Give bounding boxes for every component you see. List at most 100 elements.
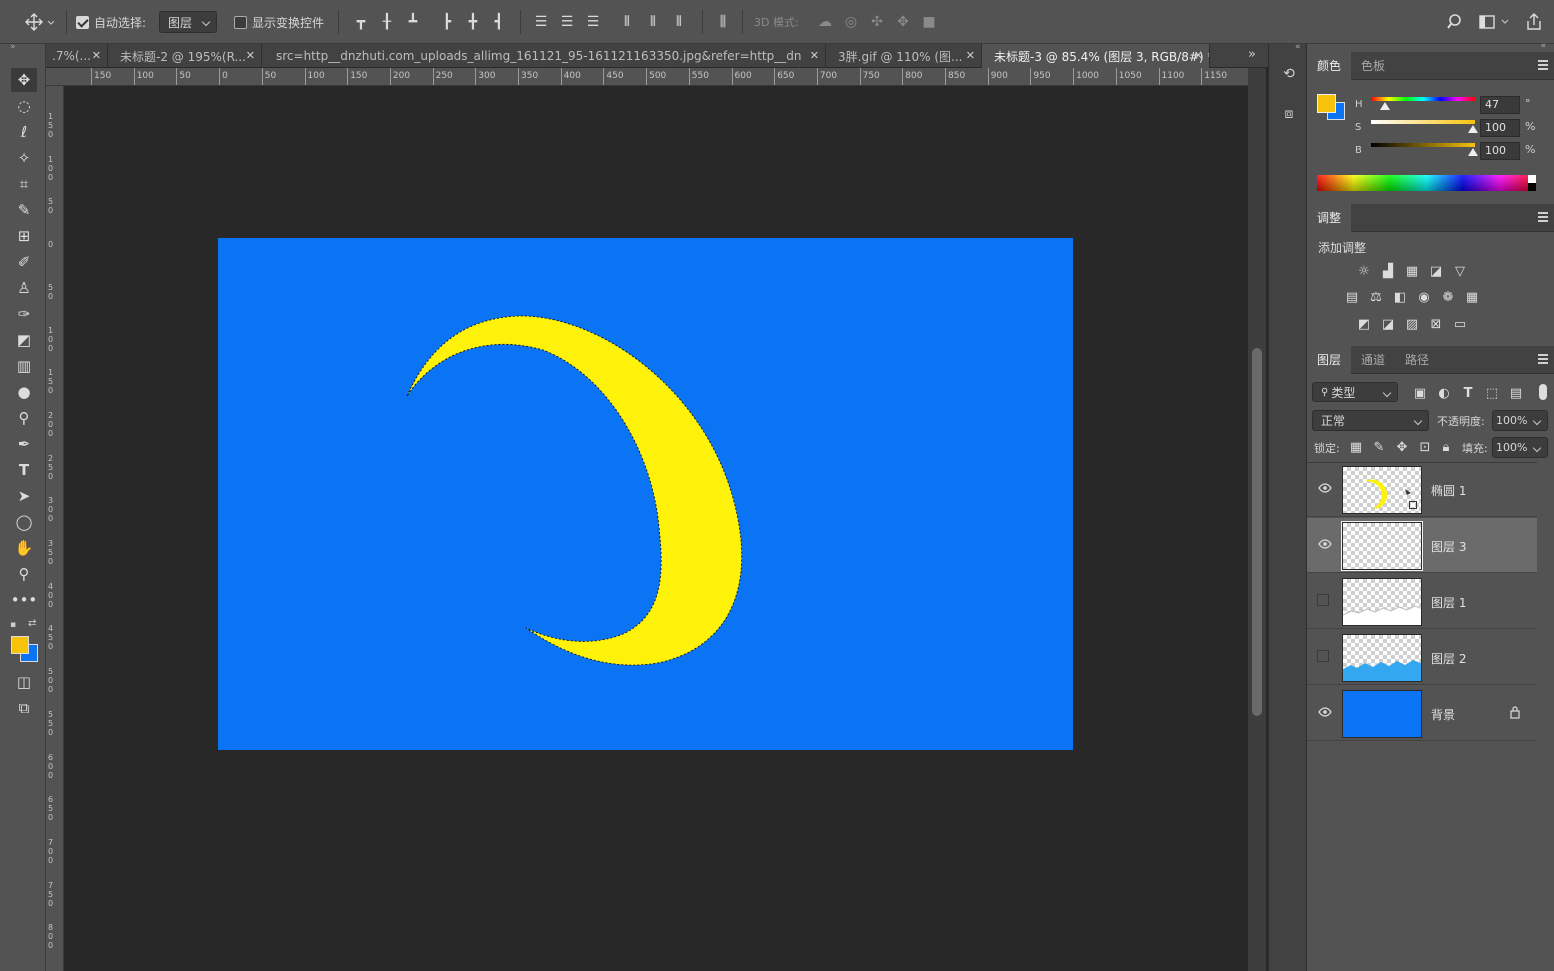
eyedropper-tool-icon[interactable]: ✎: [11, 198, 37, 222]
selective-color-icon[interactable]: ⊠: [1427, 315, 1445, 333]
lock-transparent-icon[interactable]: ▦: [1347, 438, 1365, 456]
filter-type-icon[interactable]: T: [1459, 384, 1477, 402]
share-icon[interactable]: [1524, 12, 1544, 32]
layer-row[interactable]: 椭圆 1: [1307, 462, 1537, 517]
move-tool-preset-icon[interactable]: [24, 0, 54, 44]
blend-mode-dropdown[interactable]: 正常: [1312, 410, 1429, 431]
saturation-slider[interactable]: [1371, 120, 1475, 124]
layer-name[interactable]: 背景: [1431, 706, 1455, 723]
color-panel-foreground-swatch[interactable]: [1317, 94, 1336, 113]
hue-field[interactable]: 47: [1480, 96, 1520, 114]
visibility-eye-icon[interactable]: [1317, 480, 1333, 496]
invert-icon[interactable]: ◩: [1355, 315, 1373, 333]
document-tab[interactable]: src=http__dnzhuti.com_uploads_allimg_161…: [262, 44, 826, 68]
filter-smart-object-icon[interactable]: ▤: [1507, 384, 1525, 402]
panel-menu-icon[interactable]: [1538, 354, 1548, 364]
align-right-icon[interactable]: ┫: [486, 14, 512, 30]
history-brush-tool-icon[interactable]: ✑: [11, 302, 37, 326]
filter-adjustment-icon[interactable]: ◐: [1435, 384, 1453, 402]
collapse-tools-icon[interactable]: »: [10, 42, 16, 52]
lock-image-icon[interactable]: ✎: [1370, 438, 1388, 456]
magic-wand-tool-icon[interactable]: ✧: [11, 146, 37, 170]
3d-scale-icon[interactable]: ■: [916, 14, 942, 30]
collapse-panels-icon[interactable]: «: [1540, 41, 1546, 51]
screen-mode-icon[interactable]: ⧉: [11, 696, 37, 720]
visibility-toggle-off[interactable]: [1317, 594, 1329, 606]
layer-row[interactable]: 背景: [1307, 686, 1537, 741]
visibility-eye-icon[interactable]: [1317, 536, 1333, 552]
quick-mask-icon[interactable]: ◫: [11, 670, 37, 694]
collapse-strip-icon[interactable]: «: [1295, 42, 1301, 52]
healing-brush-tool-icon[interactable]: ⊞: [11, 224, 37, 248]
pen-tool-icon[interactable]: ✒: [11, 432, 37, 456]
tab-swatches[interactable]: 色板: [1351, 52, 1395, 80]
posterize-icon[interactable]: ◪: [1379, 315, 1397, 333]
channel-mixer-icon[interactable]: ❁: [1439, 288, 1457, 306]
document-tab[interactable]: 3胖.gif @ 110% (图... ✕: [826, 44, 982, 68]
visibility-toggle-off[interactable]: [1317, 650, 1329, 662]
opacity-field[interactable]: 100%: [1492, 410, 1548, 431]
type-tool-icon[interactable]: T: [11, 458, 37, 482]
3d-slide-icon[interactable]: ✥: [890, 14, 916, 30]
clone-stamp-tool-icon[interactable]: ♙: [11, 276, 37, 300]
tab-layers[interactable]: 图层: [1307, 346, 1352, 374]
swap-colors-icon[interactable]: ⇄: [28, 618, 36, 629]
levels-icon[interactable]: ▟: [1379, 262, 1397, 280]
color-spectrum-bar[interactable]: [1317, 175, 1536, 191]
align-left-icon[interactable]: ┣: [434, 14, 460, 30]
3d-panel-icon[interactable]: ⧈: [1277, 102, 1301, 126]
layer-row[interactable]: 图层 2: [1307, 630, 1537, 685]
layer-name[interactable]: 椭圆 1: [1431, 482, 1466, 499]
search-icon[interactable]: [1446, 12, 1466, 32]
tab-channels[interactable]: 通道: [1351, 346, 1395, 374]
layer-filter-dropdown[interactable]: ⚲ 类型: [1312, 382, 1398, 402]
saturation-slider-thumb[interactable]: [1468, 125, 1478, 133]
gradient-map-icon[interactable]: ▭: [1451, 315, 1469, 333]
hue-saturation-icon[interactable]: ▤: [1343, 288, 1361, 306]
document-canvas[interactable]: [218, 238, 1073, 750]
close-tab-icon[interactable]: ✕: [1194, 49, 1203, 62]
photo-filter-icon[interactable]: ◉: [1415, 288, 1433, 306]
3d-roll-icon[interactable]: ◎: [838, 14, 864, 30]
auto-select-checkbox[interactable]: 自动选择:: [76, 0, 146, 44]
close-tab-icon[interactable]: ✕: [810, 49, 819, 62]
distribute-right-icon[interactable]: ⫴: [666, 14, 692, 30]
color-lookup-icon[interactable]: ▦: [1463, 288, 1481, 306]
exposure-icon[interactable]: ◪: [1427, 262, 1445, 280]
path-selection-tool-icon[interactable]: ➤: [11, 484, 37, 508]
filter-pixel-icon[interactable]: ▣: [1411, 384, 1429, 402]
tab-paths[interactable]: 路径: [1395, 346, 1439, 374]
lasso-tool-icon[interactable]: ℓ: [11, 120, 37, 144]
fill-field[interactable]: 100%: [1492, 437, 1548, 458]
panel-menu-icon[interactable]: [1538, 212, 1548, 222]
hue-slider-thumb[interactable]: [1380, 102, 1390, 110]
history-panel-icon[interactable]: ⟲: [1277, 62, 1301, 86]
document-tab[interactable]: 未标题-2 @ 195%(R... ✕: [108, 44, 262, 68]
filter-toggle[interactable]: [1539, 384, 1547, 400]
layer-name[interactable]: 图层 2: [1431, 650, 1466, 667]
close-tab-icon[interactable]: ✕: [246, 49, 255, 62]
vertical-scrollbar[interactable]: [1248, 68, 1266, 971]
more-tools-icon[interactable]: •••: [11, 588, 38, 612]
auto-align-icon[interactable]: ⫼: [710, 14, 736, 30]
default-colors-icon[interactable]: ▪: [10, 620, 16, 630]
panel-menu-icon[interactable]: [1538, 60, 1548, 70]
filter-shape-icon[interactable]: ⬚: [1483, 384, 1501, 402]
distribute-left-icon[interactable]: ⫴: [614, 14, 640, 30]
brush-tool-icon[interactable]: ✐: [11, 250, 37, 274]
close-tab-icon[interactable]: ✕: [92, 49, 101, 62]
move-tool-icon[interactable]: ✥: [11, 68, 37, 92]
distribute-bottom-icon[interactable]: ☰: [580, 14, 606, 30]
show-transform-checkbox[interactable]: 显示变换控件: [234, 0, 324, 44]
more-tabs-icon[interactable]: »: [1248, 47, 1256, 62]
brightness-field[interactable]: 100: [1480, 142, 1520, 160]
lock-artboard-icon[interactable]: ⊡: [1416, 438, 1434, 456]
align-hcenter-icon[interactable]: ╋: [460, 14, 486, 30]
document-tab-active[interactable]: 未标题-3 @ 85.4% (图层 3, RGB/8#) * ✕: [982, 44, 1210, 68]
align-top-icon[interactable]: ┳: [348, 14, 374, 30]
dodge-tool-icon[interactable]: ⚲: [11, 406, 37, 430]
visibility-eye-icon[interactable]: [1317, 704, 1333, 720]
curves-icon[interactable]: ▦: [1403, 262, 1421, 280]
scrollbar-thumb[interactable]: [1252, 348, 1262, 716]
zoom-tool-icon[interactable]: ⚲: [11, 562, 37, 586]
